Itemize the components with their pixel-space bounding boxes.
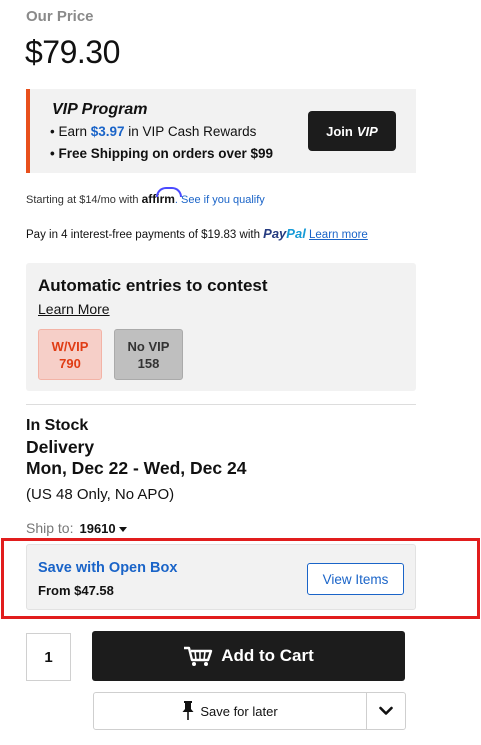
vip-entries-count: 790 [59, 355, 81, 371]
contest-box: Automatic entries to contest Learn More … [26, 263, 416, 391]
vip-earn-suffix: in VIP Cash Rewards [124, 124, 257, 139]
pin-icon [182, 701, 194, 720]
open-box-title: Save with Open Box [38, 560, 178, 576]
save-for-later-label: Save for later [200, 703, 278, 719]
section-divider [26, 404, 416, 405]
save-options-dropdown[interactable] [366, 692, 406, 730]
delivery-label: Delivery [26, 437, 95, 457]
save-for-later-button[interactable]: Save for later [93, 692, 367, 730]
join-vip-label: Join [326, 123, 353, 139]
open-box-panel: Save with Open Box From $47.58 View Item… [26, 544, 416, 610]
price: $79.30 [25, 34, 120, 70]
contest-learn-more-link[interactable]: Learn More [38, 301, 110, 317]
affirm-financing-row: Starting at $14/mo with affirm. See if y… [26, 192, 265, 206]
chevron-down-icon [379, 706, 393, 715]
add-to-cart-label: Add to Cart [221, 646, 314, 665]
paypal-financing-row: Pay in 4 interest-free payments of $19.8… [26, 226, 368, 241]
contest-title: Automatic entries to contest [38, 276, 268, 295]
quantity-input[interactable]: 1 [26, 633, 71, 681]
zip-code: 19610 [79, 521, 116, 536]
ship-to-row: Ship to: 19610 [26, 520, 127, 536]
delivery-note: (US 48 Only, No APO) [26, 486, 175, 503]
affirm-prefix: Starting at $14/mo with [26, 194, 142, 206]
affirm-logo: affirm [141, 192, 175, 206]
our-price-label: Our Price [26, 8, 94, 25]
vip-earn-amount: $3.97 [90, 124, 125, 139]
novip-entries-badge: No VIP 158 [114, 329, 183, 380]
join-vip-logo: VIP [356, 123, 378, 139]
novip-entries-label: No VIP [127, 338, 170, 354]
vip-shipping-line: • Free Shipping on orders over $99 [50, 146, 274, 161]
add-to-cart-button[interactable]: Add to Cart [92, 631, 405, 681]
vip-entries-badge: W/VIP 790 [38, 329, 102, 380]
paypal-learn-more-link[interactable]: Learn more [309, 229, 368, 241]
caret-down-icon [118, 527, 127, 533]
vip-program-box: VIP Program • Earn $3.97 in VIP Cash Rew… [26, 89, 416, 173]
novip-entries-count: 158 [137, 355, 160, 371]
stock-status: In Stock [26, 417, 89, 434]
vip-entries-label: W/VIP [51, 338, 89, 354]
vip-program-title: VIP Program [52, 101, 148, 118]
paypal-logo: PayPal [263, 226, 306, 241]
view-items-button[interactable]: View Items [307, 563, 404, 595]
vip-cash-rewards-line: • Earn $3.97 in VIP Cash Rewards [50, 124, 256, 139]
cart-icon [184, 646, 213, 666]
paypal-logo-pay: Pay [263, 226, 287, 241]
join-vip-button[interactable]: Join VIP [308, 111, 396, 151]
paypal-logo-pal: Pal [286, 226, 306, 241]
ship-to-label: Ship to: [26, 520, 74, 536]
open-box-price: From $47.58 [38, 583, 114, 598]
affirm-qualify-link[interactable]: . See if you qualify [175, 194, 265, 206]
vip-earn-prefix: • Earn [50, 124, 91, 139]
paypal-prefix: Pay in 4 interest-free payments of $19.8… [26, 229, 264, 241]
delivery-dates: Mon, Dec 22 - Wed, Dec 24 [26, 458, 247, 478]
zip-selector[interactable]: 19610 [79, 521, 127, 536]
